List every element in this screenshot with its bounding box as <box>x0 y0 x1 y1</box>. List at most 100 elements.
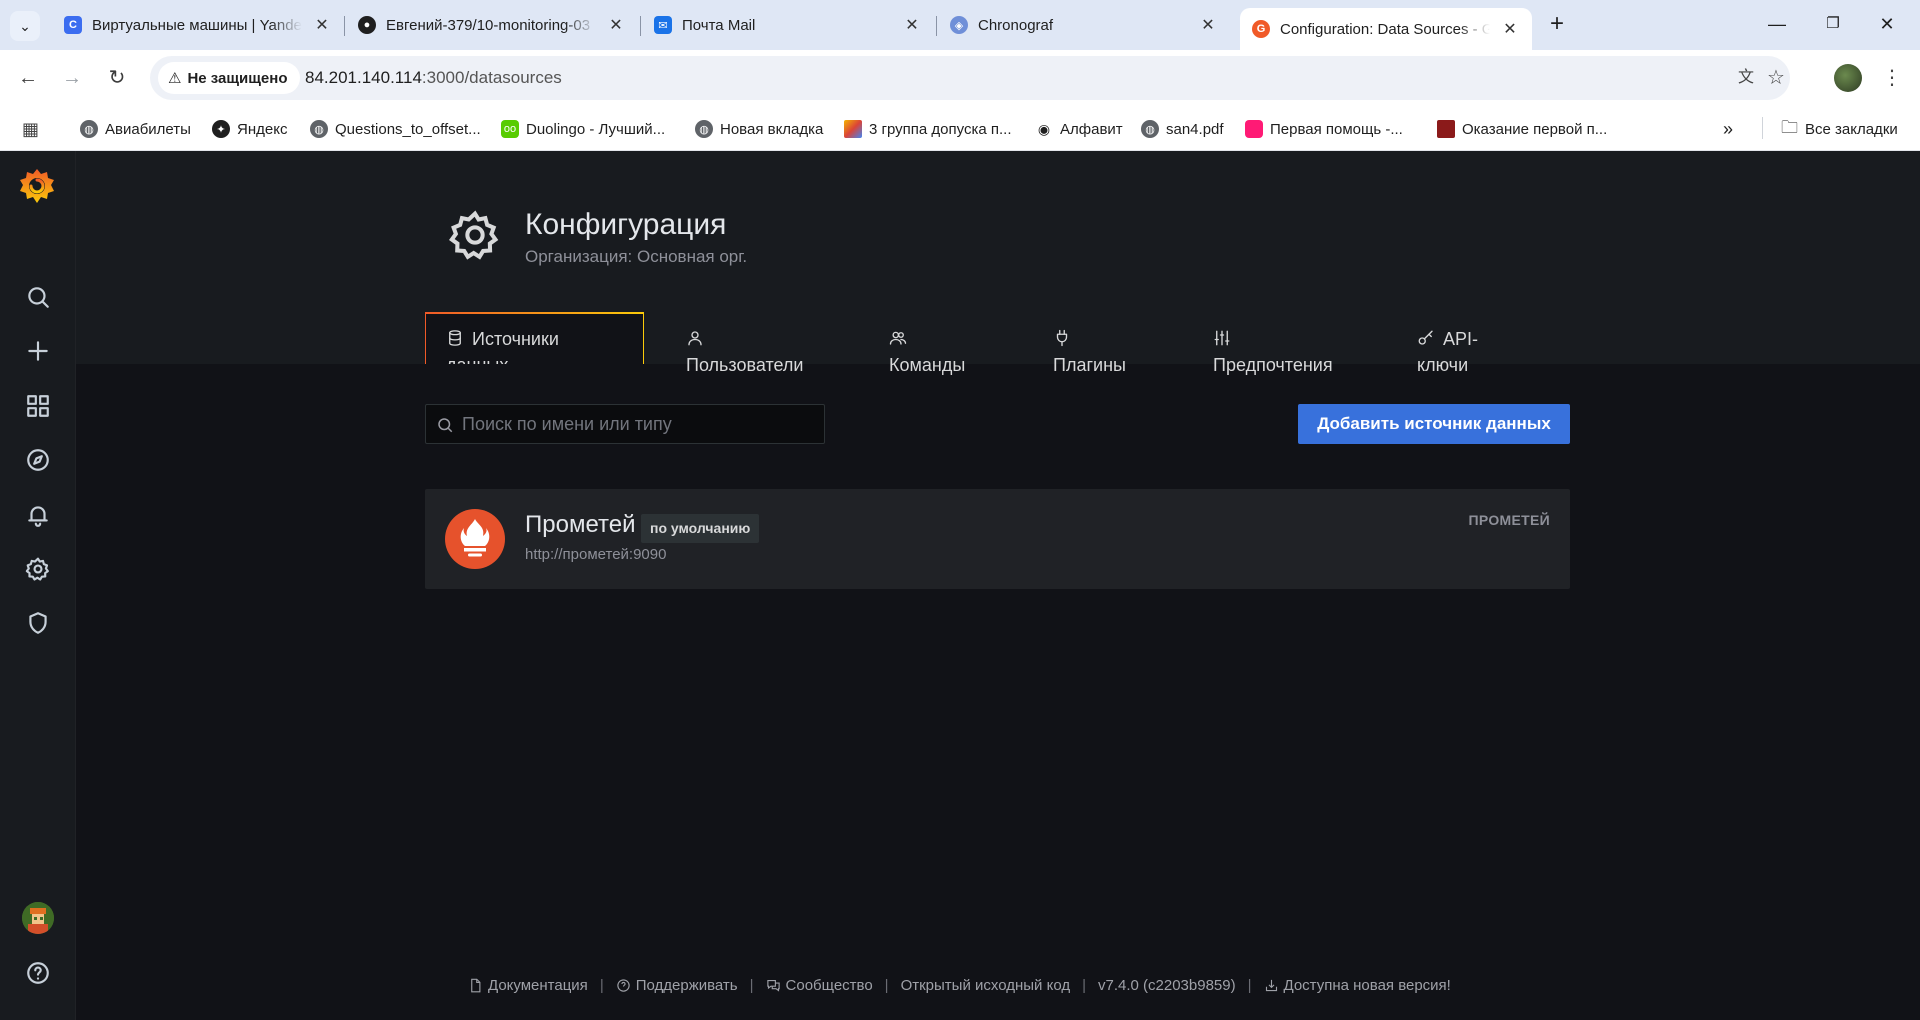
tab-label: Команды <box>889 355 966 375</box>
minimize-button[interactable]: — <box>1752 8 1802 40</box>
profile-avatar[interactable] <box>1834 64 1862 92</box>
more-bookmarks-icon[interactable]: » <box>1723 117 1733 141</box>
new-tab-button[interactable]: + <box>1543 11 1571 39</box>
bookmark-item[interactable]: Оказание первой п... <box>1437 117 1607 141</box>
back-button[interactable]: ← <box>12 62 44 94</box>
bookmark-item[interactable]: oo Duolingo - Лучший... <box>501 117 665 141</box>
bookmark-label: Оказание первой п... <box>1462 120 1608 138</box>
users-icon <box>889 328 907 346</box>
search-icon[interactable] <box>22 281 54 313</box>
restore-button[interactable]: ❐ <box>1808 8 1858 40</box>
star-icon[interactable]: ☆ <box>1764 66 1788 90</box>
datasource-type: ПРОМЕТЕЙ <box>1468 512 1550 528</box>
bookmark-label: Яндекс <box>237 120 288 138</box>
close-icon[interactable]: ✕ <box>1198 15 1218 35</box>
security-chip[interactable]: ⚠ Не защищено <box>158 62 300 94</box>
url-text[interactable]: 84.201.140.114:3000/datasources <box>305 68 562 88</box>
grafana-logo-icon[interactable] <box>16 165 58 207</box>
footer-documentation-link[interactable]: Документация <box>468 977 588 994</box>
datasource-name[interactable]: Прометей <box>525 511 635 539</box>
browser-tab-5-active[interactable]: G Configuration: Data Sources - G ✕ <box>1240 8 1532 50</box>
tab-separator <box>936 16 937 36</box>
footer-open-source-link[interactable]: Открытый исходный код <box>901 977 1071 994</box>
tab-separator <box>640 16 641 36</box>
bookmark-item[interactable]: Первая помощь -... <box>1245 117 1403 141</box>
apps-grid-icon[interactable]: ▦ <box>22 117 39 141</box>
bookmark-label: san4.pdf <box>1166 120 1224 138</box>
eye-icon: ◉ <box>1035 120 1053 138</box>
explore-compass-icon[interactable] <box>22 444 54 476</box>
configuration-cog-icon <box>448 208 502 262</box>
bookmark-item[interactable]: ◍ san4.pdf <box>1141 117 1224 141</box>
bookmarks-divider <box>1762 117 1763 139</box>
tab-data-sources[interactable]: Источники данных <box>425 312 644 364</box>
browser-tab-3[interactable]: ✉ Почта Mail ✕ <box>642 7 934 43</box>
footer-new-version-link[interactable]: Доступна новая версия! <box>1264 977 1451 994</box>
address-bar[interactable]: ⚠ Не защищено 84.201.140.114:3000/dataso… <box>150 56 1790 100</box>
bookmark-item[interactable]: ◍ Авиабилеты <box>80 117 191 141</box>
warning-icon: ⚠ <box>168 70 182 87</box>
close-icon[interactable]: ✕ <box>1500 19 1520 39</box>
datasource-card[interactable]: Прометей по умолчанию http://прометей:90… <box>425 489 1570 589</box>
bookmark-label: Новая вкладка <box>720 120 824 138</box>
footer-separator: | <box>1247 977 1252 994</box>
bookmark-label: 3 группа допуска п... <box>869 120 1012 138</box>
alerting-bell-icon[interactable] <box>22 499 54 531</box>
all-bookmarks-button[interactable]: 🗀 Все закладки <box>1781 117 1898 141</box>
browser-menu-icon[interactable]: ⋮ <box>1880 64 1904 92</box>
close-icon[interactable]: ✕ <box>902 15 922 35</box>
bookmark-item[interactable]: ◍ Новая вкладка <box>695 117 823 141</box>
browser-tab-1[interactable]: C Виртуальные машины | Yandex ✕ <box>52 7 344 43</box>
tab-plugins[interactable]: Плагины <box>1053 312 1153 375</box>
translate-icon[interactable]: ⽂ <box>1734 66 1758 90</box>
globe-icon: ◍ <box>310 120 328 138</box>
download-icon <box>1265 979 1277 992</box>
security-label: Не защищено <box>187 69 288 87</box>
browser-tab-4[interactable]: ◈ Chronograf ✕ <box>938 7 1230 43</box>
user-avatar[interactable] <box>22 902 54 934</box>
forward-button[interactable]: → <box>56 62 88 94</box>
help-icon[interactable] <box>22 957 54 989</box>
bookmark-label: Авиабилеты <box>105 120 191 138</box>
search-icon <box>436 416 454 434</box>
bookmark-item[interactable]: 3 группа допуска п... <box>844 117 1012 141</box>
bookmark-icon <box>844 120 862 138</box>
footer-documentation-label: Документация <box>488 977 588 994</box>
url-path: :3000/datasources <box>421 68 562 87</box>
tab-teams[interactable]: Команды <box>889 312 999 375</box>
tab-title: Виртуальные машины | Yandex <box>92 16 302 34</box>
window-close-button[interactable]: ✕ <box>1862 8 1912 40</box>
globe-icon: ◍ <box>695 120 713 138</box>
bookmark-item[interactable]: ✦ Яндекс <box>212 117 287 141</box>
url-host: 84.201.140.114 <box>305 68 422 87</box>
browser-tab-2[interactable]: ● Евгений-379/10-monitoring-03 ✕ <box>346 7 638 43</box>
server-admin-shield-icon[interactable] <box>22 607 54 639</box>
tab-users[interactable]: Пользователи <box>686 312 836 375</box>
tab-api-keys[interactable]: API-ключи <box>1417 312 1501 375</box>
github-icon: ● <box>358 16 376 34</box>
footer-separator: | <box>599 977 604 994</box>
close-icon[interactable]: ✕ <box>606 15 626 35</box>
yandex-cloud-icon: C <box>64 16 82 34</box>
footer-version-label: v7.4.0 (c2203b9859) <box>1098 977 1236 994</box>
default-badge: по умолчанию <box>641 514 760 543</box>
bookmark-item[interactable]: ◍ Questions_to_offset... <box>310 117 481 141</box>
yandex-icon: ✦ <box>212 120 230 138</box>
footer-support-link[interactable]: Поддерживать <box>616 977 738 994</box>
tab-preferences[interactable]: Предпочтения <box>1213 312 1363 375</box>
create-plus-icon[interactable] <box>22 335 54 367</box>
reload-button[interactable]: ↻ <box>101 62 133 94</box>
bookmark-item[interactable]: ◉ Алфавит <box>1035 117 1123 141</box>
footer-community-link[interactable]: Сообщество <box>766 977 873 994</box>
configuration-gear-icon[interactable] <box>22 553 54 585</box>
tab-search-chevron-icon[interactable]: ⌄ <box>10 11 40 41</box>
tab-label: Плагины <box>1053 355 1126 375</box>
dashboards-grid-icon[interactable] <box>22 390 54 422</box>
search-input[interactable] <box>462 405 820 443</box>
close-icon[interactable]: ✕ <box>312 15 332 35</box>
mail-icon: ✉ <box>654 16 672 34</box>
tab-separator <box>344 16 345 36</box>
add-data-source-button[interactable]: Добавить источник данных <box>1298 404 1570 444</box>
browser-tab-strip: ⌄ C Виртуальные машины | Yandex ✕ ● Евге… <box>0 0 1920 50</box>
all-bookmarks-label: Все закладки <box>1805 120 1898 138</box>
